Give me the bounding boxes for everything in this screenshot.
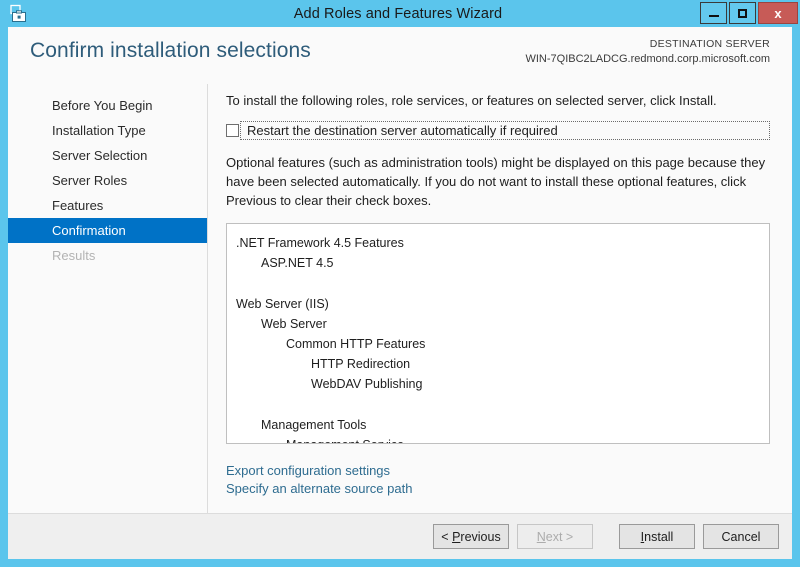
window-client-area: Confirm installation selections DESTINAT… <box>8 27 792 559</box>
destination-server-name: WIN-7QIBC2LADCG.redmond.corp.microsoft.c… <box>525 52 770 65</box>
list-item: Web Server (IIS) <box>236 296 329 311</box>
specify-alternate-source-path-link[interactable]: Specify an alternate source path <box>226 480 412 498</box>
restart-checkbox-row[interactable]: Restart the destination server automatic… <box>226 121 770 140</box>
previous-button[interactable]: < Previous <box>433 524 509 549</box>
list-item: HTTP Redirection <box>311 356 411 371</box>
destination-server-block: DESTINATION SERVER WIN-7QIBC2LADCG.redmo… <box>525 37 770 68</box>
restart-checkbox-label[interactable]: Restart the destination server automatic… <box>240 121 770 140</box>
minimize-icon <box>708 14 719 17</box>
sidebar-item-server-selection[interactable]: Server Selection <box>8 143 207 168</box>
optional-features-note: Optional features (such as administratio… <box>226 155 766 209</box>
page-middle: Before You Begin Installation Type Serve… <box>8 84 792 513</box>
sidebar-item-label: Before You Begin <box>52 98 153 113</box>
page-content: To install the following roles, role ser… <box>208 84 792 513</box>
wizard-briefcase-icon <box>9 4 28 23</box>
sidebar-item-before-you-begin[interactable]: Before You Begin <box>8 93 207 118</box>
list-item: Common HTTP Features <box>286 336 426 351</box>
action-links: Export configuration settings Specify an… <box>226 444 770 499</box>
next-button: Next > <box>517 524 593 549</box>
cancel-button[interactable]: Cancel <box>703 524 779 549</box>
close-button[interactable]: x <box>758 2 798 24</box>
page-title: Confirm installation selections <box>30 39 311 62</box>
list-item: Management Tools <box>261 417 367 432</box>
list-item: Web Server <box>261 316 327 331</box>
restart-checkbox[interactable] <box>226 124 239 137</box>
window-body-frame: Confirm installation selections DESTINAT… <box>0 27 800 567</box>
sidebar-item-label: Server Roles <box>52 173 128 188</box>
title-bar: Add Roles and Features Wizard x <box>0 0 800 27</box>
wizard-step-list: Before You Begin Installation Type Serve… <box>8 84 208 513</box>
sidebar-item-installation-type[interactable]: Installation Type <box>8 118 207 143</box>
list-item: Management Service <box>227 435 769 443</box>
maximize-button[interactable] <box>729 2 756 24</box>
sidebar-item-label: Server Selection <box>52 148 148 163</box>
sidebar-item-label: Features <box>52 198 104 213</box>
list-item: WebDAV Publishing <box>311 376 423 391</box>
sidebar-item-label: Confirmation <box>52 223 126 238</box>
list-item: ASP.NET 4.5 <box>261 255 334 270</box>
destination-server-label: DESTINATION SERVER <box>649 38 770 50</box>
sidebar-item-results: Results <box>8 243 207 268</box>
window-title: Add Roles and Features Wizard <box>293 5 503 22</box>
sidebar-item-label: Installation Type <box>52 123 146 138</box>
sidebar-item-label: Results <box>52 248 96 263</box>
export-configuration-settings-link[interactable]: Export configuration settings <box>226 462 390 480</box>
list-item: .NET Framework 4.5 Features <box>236 235 404 250</box>
selections-listbox[interactable]: .NET Framework 4.5 Features ASP.NET 4.5 … <box>226 222 770 444</box>
window-controls: x <box>700 2 798 24</box>
sidebar-item-features[interactable]: Features <box>8 193 207 218</box>
install-button[interactable]: Install <box>619 524 695 549</box>
sidebar-item-server-roles[interactable]: Server Roles <box>8 168 207 193</box>
maximize-icon <box>738 8 747 18</box>
sidebar-item-confirmation[interactable]: Confirmation <box>8 218 207 243</box>
wizard-footer: < Previous Next > Install Cancel <box>8 513 792 559</box>
minimize-button[interactable] <box>700 2 727 24</box>
instruction-text: To install the following roles, role ser… <box>226 93 717 108</box>
wizard-window: Add Roles and Features Wizard x Confirm … <box>0 0 800 567</box>
close-icon: x <box>774 5 782 21</box>
page-header: Confirm installation selections DESTINAT… <box>8 27 792 84</box>
